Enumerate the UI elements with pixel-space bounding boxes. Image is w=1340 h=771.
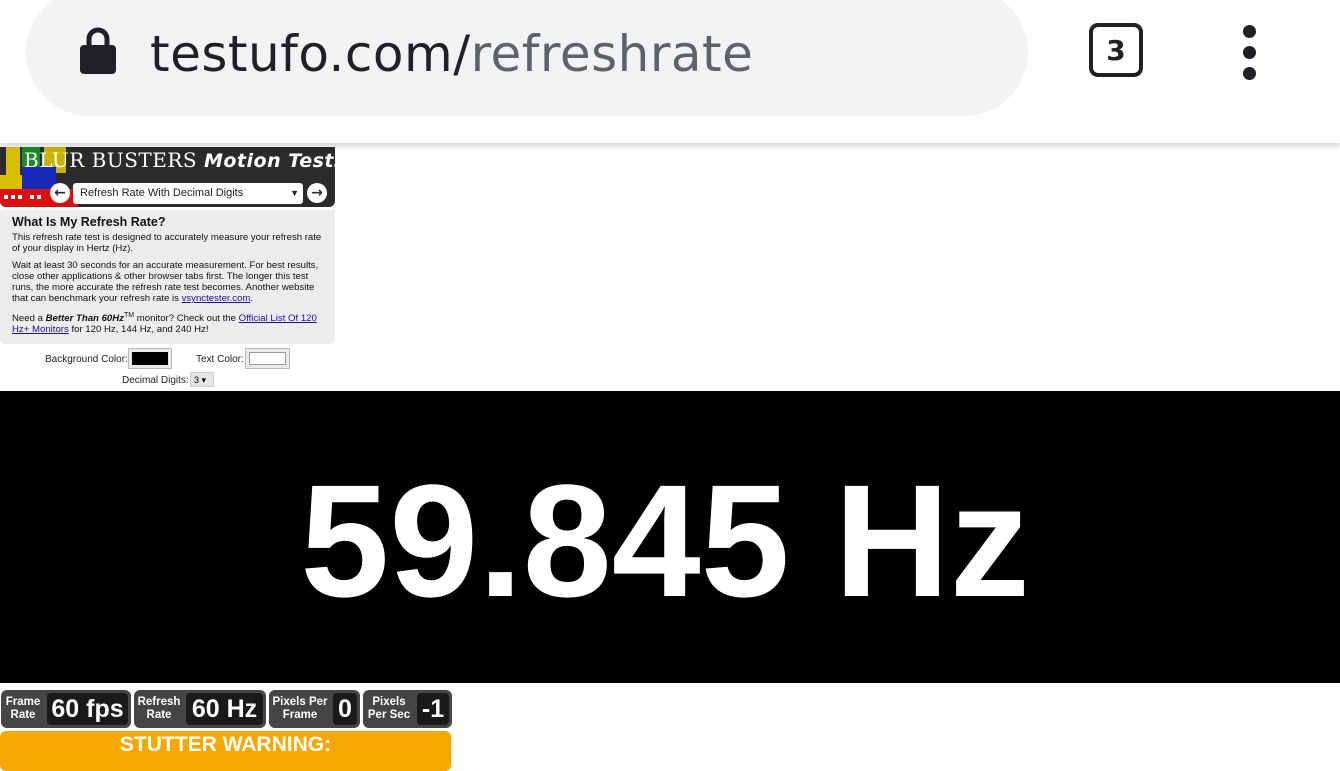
site-title[interactable]: BLUR BUSTERS Motion Tests <box>24 148 335 172</box>
info-title: What Is My Refresh Rate? <box>12 215 166 229</box>
info-paragraph-1: This refresh rate test is designed to ac… <box>12 232 322 254</box>
stutter-warning-banner: STUTTER WARNING: <box>0 731 451 771</box>
stat-refresh-rate: Refresh Rate 60 Hz <box>134 690 266 728</box>
stat-pixels-per-sec: Pixels Per Sec -1 <box>363 690 452 728</box>
stat-label: Pixels Per Frame <box>272 696 328 721</box>
stat-label: Frame Rate <box>5 696 41 721</box>
previous-test-icon[interactable]: ← <box>50 183 70 203</box>
refresh-rate-display: 59.845 Hz <box>0 391 1340 683</box>
info-panel: What Is My Refresh Rate? This refresh ra… <box>0 210 335 344</box>
more-vert-icon[interactable] <box>1236 25 1264 81</box>
refresh-rate-value: 59.845 Hz <box>300 451 1030 630</box>
decimal-digits-select[interactable]: 3 ▾ <box>190 372 214 387</box>
stat-value: 0 <box>333 693 357 725</box>
vsynctester-link[interactable]: vsynctester.com <box>182 293 251 304</box>
test-select-dropdown[interactable]: Refresh Rate With Decimal Digits ▼ <box>73 183 303 204</box>
background-color-picker[interactable] <box>128 348 172 369</box>
info-paragraph-2: Wait at least 30 seconds for an accurate… <box>12 260 319 304</box>
blurbusters-header: BLUR BUSTERS Motion Tests ← Refresh Rate… <box>0 147 335 207</box>
text-color-picker[interactable] <box>245 348 290 369</box>
text-color-label: Text Color: <box>196 354 244 365</box>
stat-value: 60 Hz <box>186 693 263 725</box>
text-color-swatch <box>249 352 286 365</box>
stat-frame-rate: Frame Rate 60 fps <box>1 690 131 728</box>
info-paragraph-3: Need a Better Than 60HzTM monitor? Check… <box>12 312 317 336</box>
stat-value: -1 <box>417 693 449 725</box>
next-test-icon[interactable]: → <box>307 183 327 203</box>
url-text[interactable]: testufo.com/refreshrate <box>150 24 753 84</box>
stat-label: Refresh Rate <box>137 696 181 721</box>
tab-switcher-button[interactable]: 3 <box>1089 23 1143 77</box>
stat-label: Pixels Per Sec <box>367 696 411 721</box>
lock-icon[interactable] <box>80 26 116 74</box>
chevron-down-icon: ▼ <box>290 188 299 198</box>
browser-toolbar: testufo.com/refreshrate 3 <box>0 0 1340 143</box>
background-color-swatch <box>132 352 168 365</box>
decimal-digits-label: Decimal Digits: <box>122 375 189 386</box>
background-color-label: Background Color: <box>45 354 128 365</box>
stat-value: 60 fps <box>47 693 128 725</box>
stat-pixels-per-frame: Pixels Per Frame 0 <box>269 690 360 728</box>
